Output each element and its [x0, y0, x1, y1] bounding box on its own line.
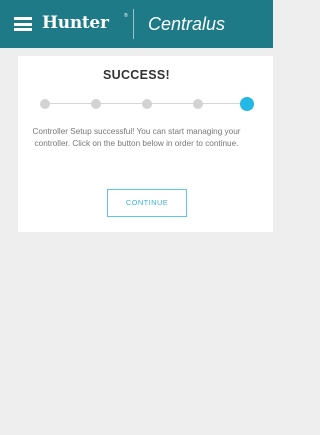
- brand-logo: Hunter: [42, 13, 109, 33]
- menu-bar: [14, 22, 32, 26]
- app-screen: Hunter ® Centralus SUCCESS! Controller S…: [0, 0, 273, 435]
- step-dot-5-active: [240, 97, 254, 111]
- success-card: SUCCESS! Controller Setup successful! Yo…: [18, 56, 273, 232]
- app-name: Centralus: [148, 14, 226, 34]
- header-divider: [133, 9, 134, 39]
- step-indicator: [18, 97, 273, 111]
- hamburger-menu-icon[interactable]: [14, 17, 32, 31]
- menu-bar: [14, 28, 32, 31]
- brand-trademark: ®: [124, 13, 128, 19]
- success-message: Controller Setup successful! You can sta…: [32, 127, 241, 148]
- step-dot-1: [40, 99, 50, 109]
- step-dot-3: [142, 99, 152, 109]
- step-dot-4: [193, 99, 203, 109]
- continue-button[interactable]: CONTINUE: [107, 189, 187, 217]
- menu-bar: [14, 17, 32, 20]
- step-dot-2: [91, 99, 101, 109]
- success-title: SUCCESS!: [103, 68, 170, 82]
- app-header: Hunter ® Centralus: [0, 0, 273, 48]
